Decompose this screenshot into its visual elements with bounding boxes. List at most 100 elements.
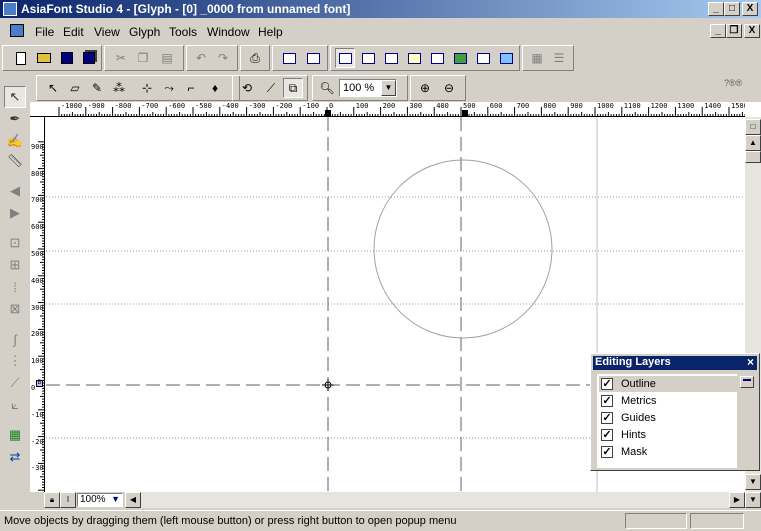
skew-icon[interactable]: ⟋ bbox=[261, 78, 281, 98]
layer-mask[interactable]: ✓ Mask bbox=[599, 444, 737, 460]
diagonal-tool-icon[interactable]: ⟋ bbox=[4, 372, 26, 394]
ruler-origin-marker[interactable] bbox=[325, 110, 331, 116]
layers-panel-close-icon[interactable]: × bbox=[747, 355, 754, 369]
view-grid-icon[interactable] bbox=[358, 48, 378, 68]
zoom-select[interactable]: 100 % ▼ bbox=[339, 79, 397, 97]
frame-tool-icon[interactable]: ⊡ bbox=[4, 232, 26, 254]
add-curve-icon[interactable]: ⤳ bbox=[159, 78, 179, 98]
ruler-width-marker[interactable] bbox=[462, 110, 468, 116]
layers-panel-header[interactable]: Editing Layers × bbox=[593, 355, 757, 370]
layer-metrics[interactable]: ✓ Metrics bbox=[599, 393, 737, 409]
baseline-marker[interactable]: B bbox=[36, 380, 43, 387]
print-icon[interactable]: ⎙ bbox=[245, 48, 265, 68]
add-tangent-icon[interactable]: ⌐ bbox=[181, 78, 201, 98]
knife-icon[interactable]: ♦ bbox=[205, 78, 225, 98]
horizontal-scroll-track[interactable] bbox=[141, 492, 729, 508]
open-icon[interactable] bbox=[34, 48, 54, 68]
nodes-tool-icon[interactable]: ⁞ bbox=[4, 276, 26, 298]
view-layers-icon[interactable] bbox=[450, 48, 470, 68]
copy-icon[interactable]: ❐ bbox=[133, 48, 153, 68]
layer-mask-checkbox[interactable]: ✓ bbox=[601, 446, 613, 458]
select-pointer-icon[interactable]: ↖ bbox=[43, 78, 63, 98]
layers-menu-icon[interactable] bbox=[740, 376, 754, 388]
view-tc-icon[interactable] bbox=[427, 48, 447, 68]
horizontal-ruler[interactable]: -1000 -900 -800 -700 -600 -500 -400 -300 -200 -10… bbox=[30, 102, 745, 117]
text-cursor-icon[interactable]: I bbox=[60, 492, 76, 508]
zoom-out-icon[interactable]: ⊖ bbox=[439, 78, 459, 98]
zoom-dropdown-arrow[interactable]: ▼ bbox=[381, 80, 396, 96]
zoom-in-icon[interactable]: ⊕ bbox=[415, 78, 435, 98]
grid-tool-icon[interactable]: ▦ bbox=[4, 424, 26, 446]
app-icon[interactable] bbox=[3, 2, 17, 16]
document-icon[interactable] bbox=[10, 24, 24, 37]
maximize-button[interactable]: □ bbox=[724, 2, 740, 16]
glyph-type-icon[interactable] bbox=[303, 48, 323, 68]
cut-icon[interactable]: ✂ bbox=[111, 48, 131, 68]
scroll-thumb[interactable] bbox=[745, 151, 761, 163]
ruler-tool-icon[interactable]: 📏︎ bbox=[4, 150, 26, 172]
arrow-tool-icon[interactable]: ↖ bbox=[4, 86, 26, 108]
new-icon[interactable] bbox=[11, 48, 31, 68]
hscroll-left-button[interactable]: ◀ bbox=[125, 492, 141, 508]
pencil-icon[interactable]: ✎ bbox=[87, 78, 107, 98]
brush-tool-icon[interactable]: ✍ bbox=[4, 130, 26, 152]
hint-tool-icon[interactable]: ⋮ bbox=[4, 350, 26, 372]
child-close-button[interactable]: X bbox=[744, 24, 760, 38]
curve-tool-icon[interactable]: ∫ bbox=[4, 328, 26, 350]
view-nodes-icon[interactable] bbox=[381, 48, 401, 68]
redo-icon[interactable]: ↷ bbox=[213, 48, 233, 68]
back-icon[interactable]: ◀ bbox=[4, 180, 26, 202]
zoom-icon[interactable]: 🔍︎ bbox=[317, 78, 337, 98]
bottom-zoom-select[interactable]: 100% ▼ bbox=[77, 493, 123, 507]
eraser-icon[interactable]: ▱ bbox=[65, 78, 85, 98]
help-icons[interactable]: ?®® bbox=[724, 78, 742, 88]
menu-file[interactable]: File bbox=[35, 25, 54, 39]
layer-metrics-checkbox[interactable]: ✓ bbox=[601, 395, 613, 407]
layer-outline[interactable]: ✓ Outline bbox=[599, 376, 737, 392]
child-restore-button[interactable]: ❐ bbox=[726, 24, 742, 38]
menu-view[interactable]: View bbox=[94, 25, 120, 39]
hscroll-right-button[interactable]: ▶ bbox=[729, 492, 745, 508]
layer-guides-checkbox[interactable]: ✓ bbox=[601, 412, 613, 424]
layer-hints[interactable]: ✓ Hints bbox=[599, 427, 737, 443]
scroll-up-button[interactable]: ▲ bbox=[745, 135, 761, 151]
view-outline-icon[interactable] bbox=[335, 48, 355, 68]
menu-glyph[interactable]: Glyph bbox=[129, 25, 160, 39]
add-point-icon[interactable]: ⊹ bbox=[137, 78, 157, 98]
paste-icon[interactable]: ▤ bbox=[157, 48, 177, 68]
menu-edit[interactable]: Edit bbox=[63, 25, 84, 39]
lock-icon[interactable]: 🔒︎ bbox=[44, 492, 60, 508]
view-list-icon[interactable] bbox=[473, 48, 493, 68]
compare-icon[interactable]: ▦ bbox=[527, 48, 547, 68]
scroll-down-extra-button[interactable]: ▼ bbox=[745, 492, 761, 508]
glyph-metrics-icon[interactable] bbox=[279, 48, 299, 68]
view-ot-icon[interactable] bbox=[404, 48, 424, 68]
glyph-outline-circle[interactable] bbox=[373, 159, 553, 339]
forward-icon[interactable]: ▶ bbox=[4, 202, 26, 224]
scroll-down-button[interactable]: ▼ bbox=[745, 474, 761, 490]
list-view-icon[interactable]: ☰ bbox=[549, 48, 569, 68]
frame-alt-tool-icon[interactable]: ⊞ bbox=[4, 254, 26, 276]
menu-tools[interactable]: Tools bbox=[169, 25, 197, 39]
child-minimize-button[interactable]: _ bbox=[710, 24, 726, 38]
measure-tool-icon[interactable]: ⟀ bbox=[4, 394, 26, 416]
box-tool-icon[interactable]: ⊠ bbox=[4, 298, 26, 320]
menu-help[interactable]: Help bbox=[258, 25, 283, 39]
rotate-icon[interactable]: ⟲ bbox=[237, 78, 257, 98]
swap-tool-icon[interactable]: ⇄ bbox=[4, 446, 26, 468]
close-button[interactable]: X bbox=[742, 2, 758, 16]
layer-outline-checkbox[interactable]: ✓ bbox=[601, 378, 613, 390]
minimize-button[interactable]: _ bbox=[708, 2, 724, 16]
vertical-ruler[interactable]: 900 800 700 600 500 400 300 200 100 0 -100 -200 -300… bbox=[30, 117, 45, 492]
menu-window[interactable]: Window bbox=[207, 25, 250, 39]
layer-hints-checkbox[interactable]: ✓ bbox=[601, 429, 613, 441]
scroll-page-icon[interactable]: □ bbox=[745, 119, 761, 135]
view-table-icon[interactable] bbox=[496, 48, 516, 68]
bottom-zoom-arrow[interactable]: ▼ bbox=[111, 494, 120, 504]
layer-guides[interactable]: ✓ Guides bbox=[599, 410, 737, 426]
scale-icon[interactable]: ⧉ bbox=[283, 78, 303, 98]
pen-tool-icon[interactable]: ✒ bbox=[4, 108, 26, 130]
undo-icon[interactable]: ↶ bbox=[191, 48, 211, 68]
save-icon[interactable] bbox=[57, 48, 77, 68]
magic-wand-icon[interactable]: ⁂ bbox=[109, 78, 129, 98]
